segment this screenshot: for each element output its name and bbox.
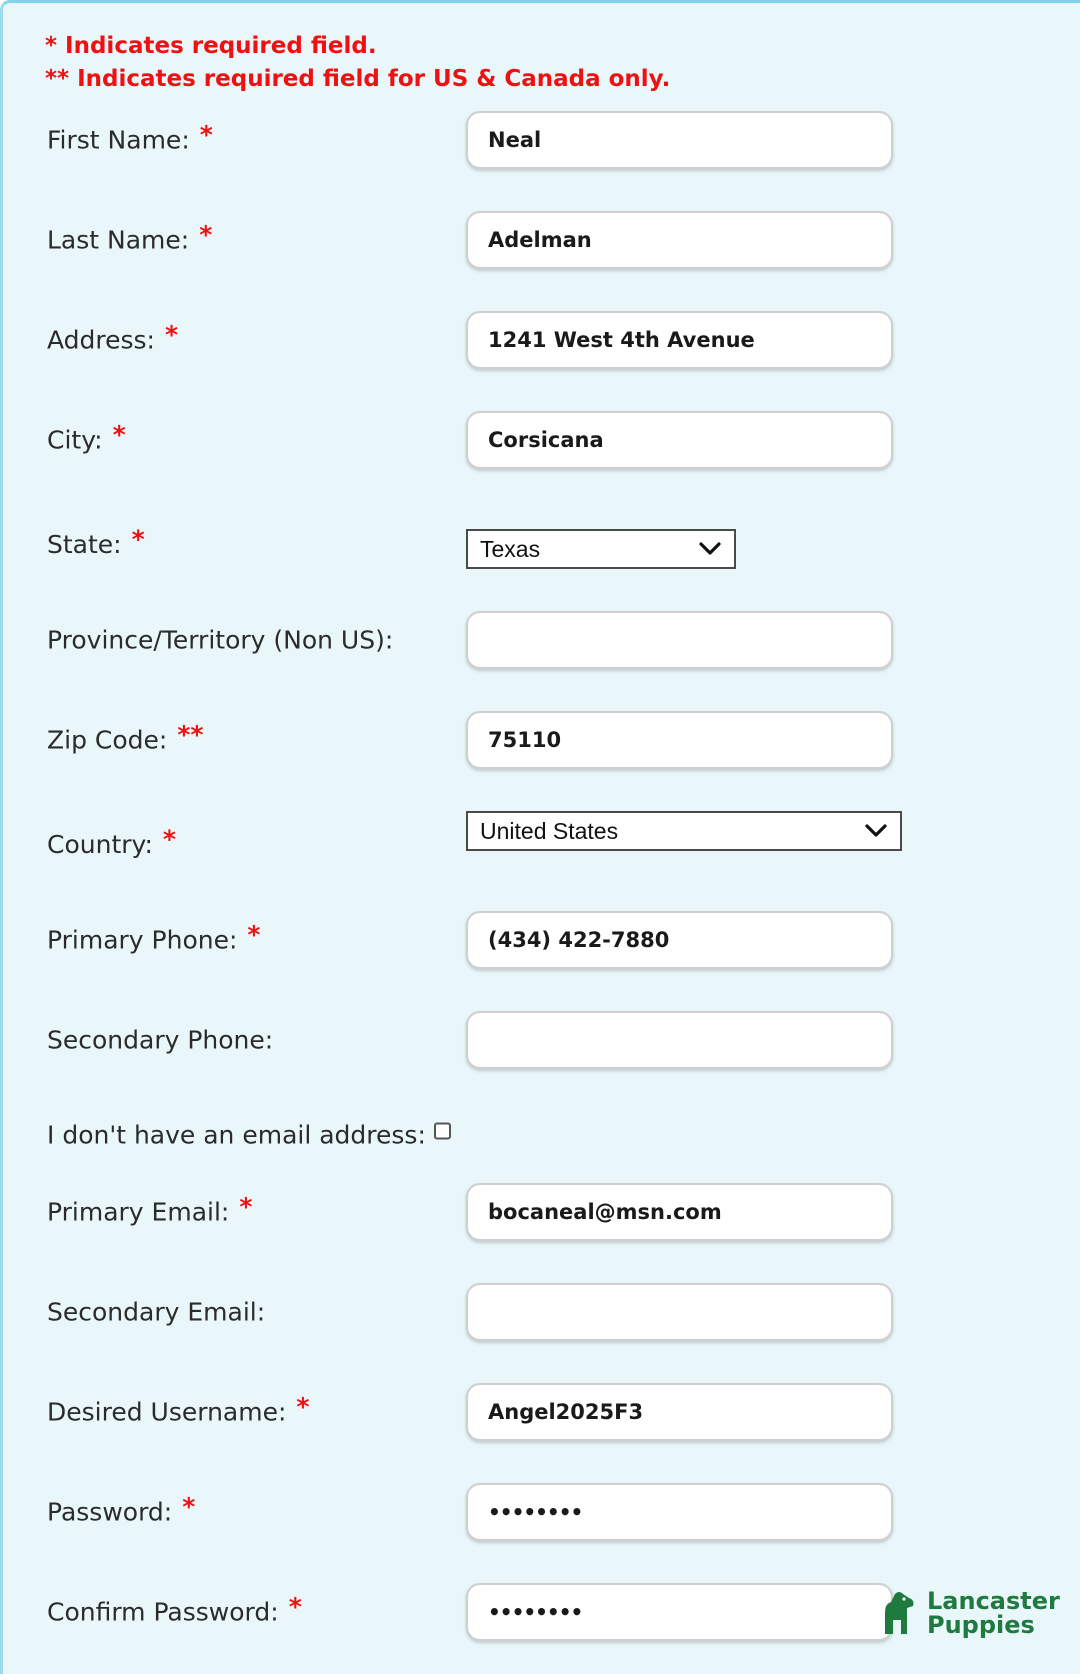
province-input[interactable] [466, 611, 893, 669]
required-marker: * [162, 824, 176, 854]
country-select[interactable]: United States [466, 811, 902, 851]
address-row: Address: * 1241 West 4th Avenue [3, 305, 1080, 375]
required-marker: * [199, 120, 213, 150]
primary-phone-label: Primary Phone: * [47, 920, 261, 955]
city-label: City: * [47, 420, 126, 455]
required-marker: * [199, 220, 213, 250]
required-marker: * [112, 420, 126, 450]
zip-row: Zip Code: ** 75110 [3, 705, 1080, 775]
chevron-down-icon [699, 542, 721, 555]
username-input[interactable]: Angel2025F3 [466, 1383, 893, 1441]
address-label: Address: * [47, 320, 179, 355]
zip-label: Zip Code: ** [47, 720, 204, 755]
state-row: State: * Texas [3, 505, 1080, 575]
username-row: Desired Username: * Angel2025F3 [3, 1377, 1080, 1447]
required-marker: * [296, 1392, 310, 1422]
province-row: Province/Territory (Non US): [3, 605, 1080, 675]
required-marker: * [247, 920, 261, 950]
last-name-label: Last Name: * [47, 220, 213, 255]
state-select[interactable]: Texas [466, 529, 736, 569]
secondary-phone-label: Secondary Phone: [47, 1025, 274, 1055]
secondary-email-label: Secondary Email: [47, 1297, 266, 1327]
lancaster-puppies-logo: Lancaster Puppies [879, 1589, 1060, 1637]
primary-email-input[interactable]: bocaneal@msn.com [466, 1183, 893, 1241]
no-email-checkbox[interactable] [433, 1122, 451, 1140]
required-marker: * [239, 1192, 253, 1222]
primary-email-label: Primary Email: * [47, 1192, 253, 1227]
country-row: Country: * United States [3, 805, 1080, 875]
zip-input[interactable]: 75110 [466, 711, 893, 769]
country-select-value: United States [480, 817, 619, 844]
state-select-value: Texas [480, 535, 541, 562]
puppy-logo-icon [885, 1592, 914, 1634]
first-name-label: First Name: * [47, 120, 213, 155]
no-email-row: I don't have an email address: [3, 1105, 1080, 1165]
secondary-email-row: Secondary Email: [3, 1277, 1080, 1347]
username-label: Desired Username: * [47, 1392, 310, 1427]
password-label: Password: * [47, 1492, 196, 1527]
required-us-marker: ** [177, 720, 204, 750]
last-name-input[interactable]: Adelman [466, 211, 893, 269]
first-name-row: First Name: * Neal [3, 105, 1080, 175]
secondary-email-input[interactable] [466, 1283, 893, 1341]
last-name-row: Last Name: * Adelman [3, 205, 1080, 275]
required-us-canada-note: ** Indicates required field for US & Can… [45, 66, 671, 92]
chevron-down-icon [865, 824, 887, 837]
city-row: City: * Corsicana [3, 405, 1080, 475]
registration-form-panel: * Indicates required field. ** Indicates… [0, 0, 1080, 1674]
confirm-password-input[interactable]: •••••••• [466, 1583, 893, 1641]
primary-email-row: Primary Email: * bocaneal@msn.com [3, 1177, 1080, 1247]
logo-line-1: Lancaster [927, 1587, 1060, 1615]
secondary-phone-input[interactable] [466, 1011, 893, 1069]
required-marker: * [131, 524, 145, 554]
primary-phone-row: Primary Phone: * (434) 422-7880 [3, 905, 1080, 975]
confirm-password-label: Confirm Password: * [47, 1592, 302, 1627]
primary-phone-input[interactable]: (434) 422-7880 [466, 911, 893, 969]
state-label: State: * [47, 524, 145, 559]
secondary-phone-row: Secondary Phone: [3, 1005, 1080, 1075]
required-marker: * [288, 1592, 302, 1622]
first-name-input[interactable]: Neal [466, 111, 893, 169]
required-marker: * [182, 1492, 196, 1522]
password-input[interactable]: •••••••• [466, 1483, 893, 1541]
address-input[interactable]: 1241 West 4th Avenue [466, 311, 893, 369]
province-label: Province/Territory (Non US): [47, 625, 394, 655]
password-row: Password: * •••••••• [3, 1477, 1080, 1547]
logo-line-2: Puppies [927, 1611, 1035, 1639]
required-note: * Indicates required field. [45, 33, 377, 59]
required-marker: * [164, 320, 179, 350]
city-input[interactable]: Corsicana [466, 411, 893, 469]
no-email-label: I don't have an email address: [47, 1121, 451, 1150]
country-label: Country: * [47, 824, 176, 859]
